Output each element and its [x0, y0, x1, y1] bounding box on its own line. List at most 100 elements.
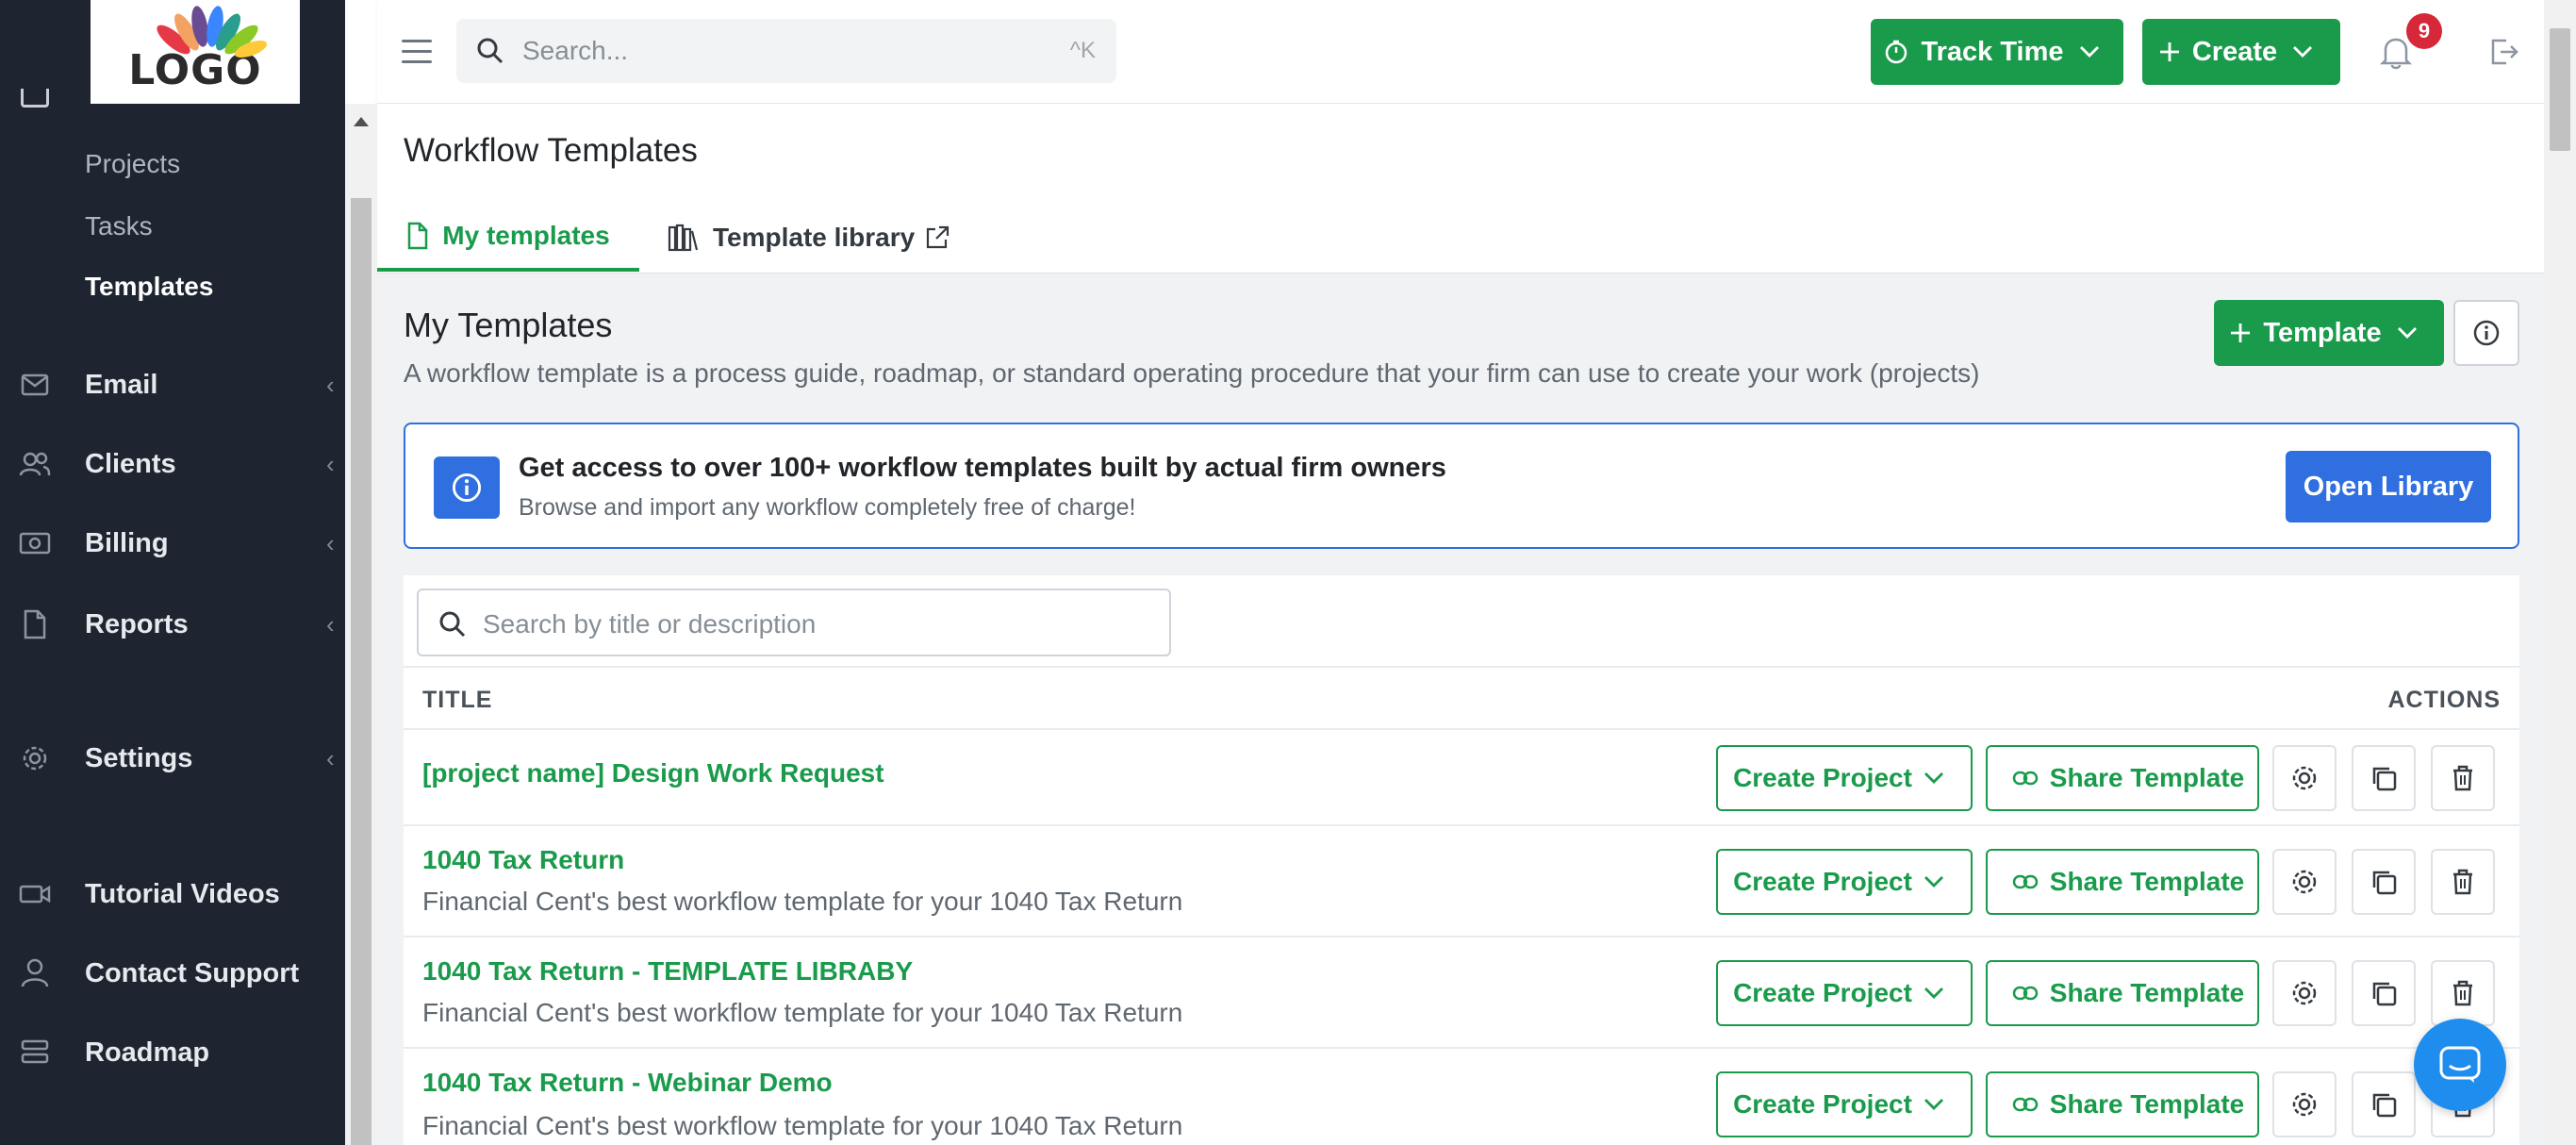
- chevron-left-icon: ‹: [326, 370, 335, 399]
- mail-icon: [19, 369, 51, 401]
- template-search-input[interactable]: Search by title or description: [417, 589, 1171, 656]
- create-project-button[interactable]: Create Project: [1716, 849, 1973, 915]
- plus-icon: [2159, 42, 2179, 61]
- gear-icon: [2292, 1092, 2317, 1117]
- delete-template-button[interactable]: [2431, 849, 2495, 915]
- library-books-icon: [668, 224, 699, 252]
- sidebar-item-label: Email: [85, 369, 158, 400]
- template-title-link[interactable]: 1040 Tax Return - TEMPLATE LIBRABY: [422, 956, 913, 987]
- chat-widget-button[interactable]: [2414, 1019, 2506, 1111]
- info-icon: [2473, 320, 2500, 346]
- info-button[interactable]: [2453, 300, 2519, 366]
- tab-my-templates[interactable]: My templates: [377, 204, 639, 272]
- table-row: [project name] Design Work Request Creat…: [404, 730, 2519, 826]
- sidebar-item-reports[interactable]: Reports ‹: [0, 596, 345, 653]
- track-time-button[interactable]: Track Time: [1871, 19, 2123, 85]
- duplicate-template-button[interactable]: [2352, 960, 2416, 1026]
- sidebar-item-roadmap[interactable]: Roadmap: [0, 1024, 345, 1081]
- tab-label: Template library: [713, 223, 916, 252]
- notification-badge[interactable]: 9: [2406, 13, 2442, 49]
- logo[interactable]: LOGO: [91, 0, 300, 104]
- bell-icon[interactable]: [2380, 34, 2412, 70]
- chevron-left-icon: ‹: [326, 609, 335, 639]
- sidebar-item-label: Billing: [85, 527, 169, 558]
- sidebar-item-label: Reports: [85, 608, 189, 639]
- template-title-link[interactable]: [project name] Design Work Request: [422, 758, 884, 788]
- scroll-up-arrow-icon[interactable]: [354, 117, 369, 126]
- folder-icon: [21, 89, 49, 108]
- table-header: TITLE ACTIONS: [404, 666, 2519, 730]
- sidebar-item-settings[interactable]: Settings ‹: [0, 730, 345, 787]
- logo-petals-icon: [157, 6, 268, 58]
- create-project-label: Create Project: [1733, 763, 1912, 792]
- delete-template-button[interactable]: [2431, 745, 2495, 811]
- template-description: Financial Cent's best workflow template …: [422, 887, 1183, 916]
- person-icon: [19, 957, 51, 989]
- sidebar-item-tutorial-videos[interactable]: Tutorial Videos: [0, 866, 345, 922]
- sidebar-item-billing[interactable]: Billing ‹: [0, 515, 345, 572]
- sidebar: LOGO Projects Tasks Templates Email ‹ Cl…: [0, 0, 345, 1145]
- create-label: Create: [2191, 36, 2278, 67]
- share-template-label: Share Template: [2049, 978, 2245, 1007]
- search-icon: [477, 38, 504, 64]
- share-template-button[interactable]: Share Template: [1986, 1071, 2259, 1137]
- create-project-button[interactable]: Create Project: [1716, 1071, 1973, 1137]
- add-template-button[interactable]: Template: [2214, 300, 2444, 366]
- add-template-label: Template: [2263, 317, 2382, 348]
- sidebar-item-contact-support[interactable]: Contact Support: [0, 945, 345, 1002]
- duplicate-template-button[interactable]: [2352, 745, 2416, 811]
- roadmap-icon: [19, 1037, 51, 1069]
- chevron-down-icon: [1924, 772, 1943, 784]
- template-title-link[interactable]: 1040 Tax Return - Webinar Demo: [422, 1068, 833, 1098]
- template-title-link[interactable]: 1040 Tax Return: [422, 845, 624, 875]
- templates-table: Search by title or description TITLE ACT…: [404, 575, 2519, 1145]
- sidebar-item-projects[interactable]: Projects: [85, 149, 180, 179]
- create-project-button[interactable]: Create Project: [1716, 960, 1973, 1026]
- share-template-button[interactable]: Share Template: [1986, 960, 2259, 1026]
- chevron-down-icon: [1924, 1099, 1943, 1110]
- copy-icon: [2372, 871, 2397, 895]
- open-library-button[interactable]: Open Library: [2286, 451, 2491, 523]
- sidebar-item-tasks[interactable]: Tasks: [85, 211, 153, 241]
- section-title: My Templates: [404, 306, 613, 344]
- sidebar-item-email[interactable]: Email ‹: [0, 357, 345, 413]
- gear-icon: [2292, 766, 2317, 790]
- global-search-input[interactable]: Search... ^K: [456, 19, 1116, 83]
- tab-template-library[interactable]: Template library: [668, 204, 964, 272]
- sidebar-scrollbar-thumb[interactable]: [351, 198, 372, 1145]
- link-icon: [2012, 874, 2039, 889]
- template-settings-button[interactable]: [2272, 849, 2337, 915]
- sidebar-item-label: Contact Support: [85, 957, 300, 988]
- create-project-label: Create Project: [1733, 867, 1912, 896]
- share-template-button[interactable]: Share Template: [1986, 745, 2259, 811]
- template-settings-button[interactable]: [2272, 960, 2337, 1026]
- template-settings-button[interactable]: [2272, 1071, 2337, 1137]
- sidebar-scrollbar[interactable]: [345, 104, 377, 1145]
- main-scrollbar-thumb[interactable]: [2550, 28, 2570, 151]
- template-settings-button[interactable]: [2272, 745, 2337, 811]
- plus-icon: [2231, 324, 2251, 342]
- copy-icon: [2372, 1093, 2397, 1118]
- create-button[interactable]: Create: [2142, 19, 2340, 85]
- info-icon: [434, 456, 500, 519]
- users-icon: [19, 448, 51, 480]
- duplicate-template-button[interactable]: [2352, 1071, 2416, 1137]
- duplicate-template-button[interactable]: [2352, 849, 2416, 915]
- table-row: 1040 Tax Return - TEMPLATE LIBRABY Finan…: [404, 938, 2519, 1049]
- copy-icon: [2372, 982, 2397, 1006]
- page-title: Workflow Templates: [404, 132, 698, 169]
- section-description: A workflow template is a process guide, …: [404, 358, 1980, 388]
- sidebar-item-label: Tutorial Videos: [85, 878, 280, 909]
- create-project-button[interactable]: Create Project: [1716, 745, 1973, 811]
- logout-icon[interactable]: [2489, 38, 2519, 66]
- main-scrollbar[interactable]: [2544, 0, 2576, 1145]
- stopwatch-icon: [1886, 40, 1907, 64]
- sidebar-item-clients[interactable]: Clients ‹: [0, 436, 345, 492]
- sidebar-item-label: Settings: [85, 742, 193, 773]
- delete-template-button[interactable]: [2431, 960, 2495, 1026]
- hamburger-menu-icon[interactable]: [402, 40, 432, 64]
- table-row: 1040 Tax Return Financial Cent's best wo…: [404, 826, 2519, 938]
- sidebar-item-templates[interactable]: Templates: [85, 272, 213, 302]
- share-template-button[interactable]: Share Template: [1986, 849, 2259, 915]
- chevron-left-icon: ‹: [326, 528, 335, 557]
